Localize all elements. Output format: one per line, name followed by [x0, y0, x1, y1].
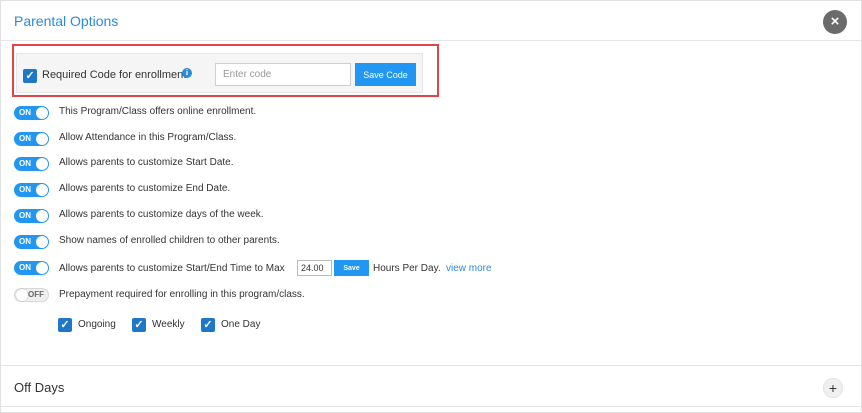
prepayment-label: Prepayment required for enrolling in thi…	[59, 289, 305, 300]
online-enrollment-label: This Program/Class offers online enrollm…	[59, 106, 257, 117]
save-hours-button[interactable]: Save	[334, 260, 369, 276]
plus-icon: +	[828, 380, 838, 396]
hours-per-day-label: Hours Per Day.	[373, 263, 441, 274]
show-names-toggle[interactable]: ON	[14, 235, 49, 249]
weekly-label: Weekly	[152, 319, 185, 330]
customize-time-toggle[interactable]: ON	[14, 261, 49, 275]
off-days-section[interactable]: Off Days +	[1, 365, 861, 407]
customize-end-date-toggle[interactable]: ON	[14, 183, 49, 197]
toggle-knob	[36, 107, 48, 119]
off-days-title: Off Days	[14, 380, 65, 395]
panel-header: Parental Options ×	[1, 1, 861, 41]
show-names-label: Show names of enrolled children to other…	[59, 235, 280, 246]
prepayment-toggle[interactable]: OFF	[14, 288, 49, 302]
toggle-knob	[36, 133, 48, 145]
one-day-checkbox[interactable]: ✓	[201, 318, 215, 332]
close-button[interactable]: ×	[823, 10, 847, 34]
weekly-checkbox[interactable]: ✓	[132, 318, 146, 332]
ongoing-checkbox[interactable]: ✓	[58, 318, 72, 332]
highlight-box	[12, 44, 439, 97]
toggle-knob	[36, 262, 48, 274]
expand-button[interactable]: +	[823, 378, 843, 398]
one-day-label: One Day	[221, 319, 261, 330]
toggle-knob	[16, 289, 28, 301]
customize-end-date-label: Allows parents to customize End Date.	[59, 183, 231, 194]
view-more-link[interactable]: view more	[446, 263, 492, 274]
panel-title: Parental Options	[14, 13, 119, 29]
check-icon: ✓	[60, 319, 70, 331]
customize-days-label: Allows parents to customize days of the …	[59, 209, 264, 220]
ongoing-label: Ongoing	[78, 319, 116, 330]
close-icon: ×	[830, 13, 840, 30]
customize-start-date-label: Allows parents to customize Start Date.	[59, 157, 234, 168]
check-icon: ✓	[203, 319, 213, 331]
check-icon: ✓	[134, 319, 144, 331]
toggle-knob	[36, 236, 48, 248]
toggle-knob	[36, 158, 48, 170]
customize-start-date-toggle[interactable]: ON	[14, 157, 49, 171]
allow-attendance-label: Allow Attendance in this Program/Class.	[59, 132, 237, 143]
allow-attendance-toggle[interactable]: ON	[14, 132, 49, 146]
online-enrollment-toggle[interactable]: ON	[14, 106, 49, 120]
customize-time-label: Allows parents to customize Start/End Ti…	[59, 263, 285, 274]
toggle-knob	[36, 184, 48, 196]
max-hours-input[interactable]	[297, 260, 332, 276]
customize-days-toggle[interactable]: ON	[14, 209, 49, 223]
parental-options-panel: Parental Options × ✓ Required Code for e…	[0, 0, 862, 413]
toggle-knob	[36, 210, 48, 222]
